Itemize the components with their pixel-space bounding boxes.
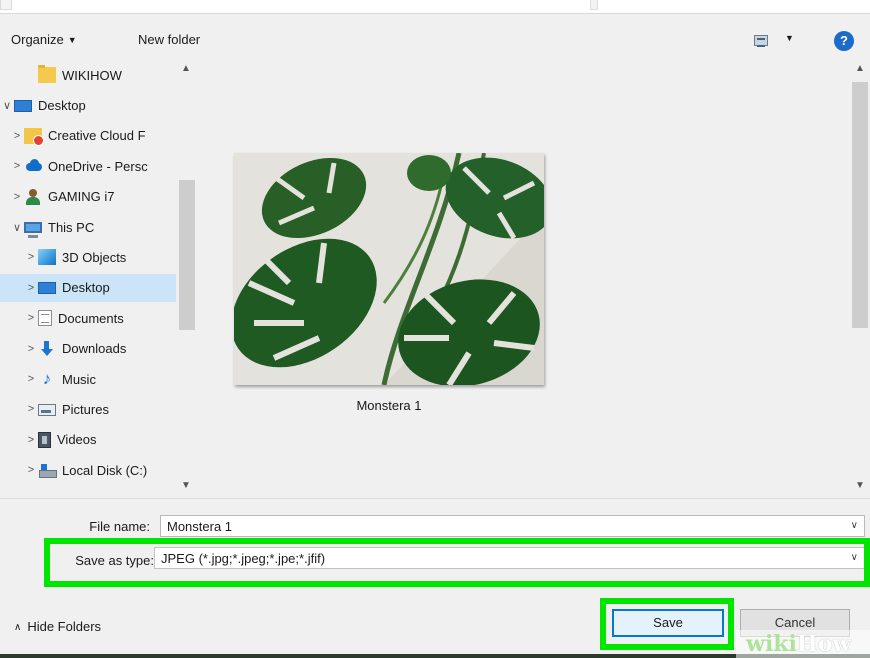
nav-item-desktop[interactable]: > Desktop xyxy=(0,273,176,302)
chevron-right-icon[interactable]: > xyxy=(10,160,24,172)
chevron-right-icon[interactable]: > xyxy=(24,434,38,446)
nav-item-label: Documents xyxy=(58,310,124,326)
chevron-right-icon[interactable]: > xyxy=(24,251,38,263)
local-disk-icon xyxy=(38,462,57,479)
nav-item-label: Videos xyxy=(57,432,97,448)
file-name-caption[interactable]: Monstera 1 xyxy=(234,398,544,413)
nav-item-gaming-i7[interactable]: > GAMING i7 xyxy=(0,183,176,211)
navigation-scrollbar[interactable]: ▲ ▼ xyxy=(177,60,197,498)
nav-item-label: Downloads xyxy=(62,341,127,357)
help-button[interactable]: ? xyxy=(834,31,854,51)
hide-folders-label: Hide Folders xyxy=(27,619,102,634)
file-name-value: Monstera 1 xyxy=(167,519,233,534)
nav-item-label: GAMING i7 xyxy=(48,189,115,205)
nav-item-pictures[interactable]: > Pictures xyxy=(0,395,176,423)
chevron-right-icon[interactable]: > xyxy=(10,130,24,142)
nav-item-documents[interactable]: > Documents xyxy=(0,304,176,332)
save-button[interactable]: Save xyxy=(612,609,724,637)
pictures-icon xyxy=(38,404,56,417)
save-as-type-select[interactable]: JPEG (*.jpg;*.jpeg;*.jpe;*.jfif) ∨ xyxy=(154,547,865,569)
chevron-right-icon[interactable]: > xyxy=(24,464,38,476)
chevron-right-icon[interactable]: > xyxy=(24,373,38,385)
creative-cloud-icon xyxy=(24,127,44,146)
scroll-down-arrow-icon[interactable]: ▼ xyxy=(181,480,191,491)
chevron-down-icon[interactable]: ∨ xyxy=(0,99,14,112)
nav-item-label: 3D Objects xyxy=(62,249,127,265)
address-bar-strip xyxy=(0,0,870,14)
chevron-right-icon[interactable]: > xyxy=(10,191,24,203)
nav-item-label: Desktop xyxy=(38,97,86,113)
chevron-right-icon[interactable]: > xyxy=(24,312,38,324)
chevron-right-icon[interactable]: > xyxy=(24,343,38,355)
nav-item-local-disk-c[interactable]: > Local Disk (C:) xyxy=(0,456,176,484)
onedrive-icon xyxy=(24,158,42,174)
nav-item-label: WIKIHOW xyxy=(62,67,122,83)
watermark-part-how: How xyxy=(796,631,852,657)
hide-folders-button[interactable]: ∧ Hide Folders xyxy=(14,619,101,634)
nav-item-music[interactable]: > ♪ Music xyxy=(0,365,176,393)
nav-item-creative-cloud-f[interactable]: > Creative Cloud F xyxy=(0,122,176,150)
toolbar: Organize ▼ New folder ▼ ? xyxy=(0,14,870,60)
downloads-icon xyxy=(38,340,56,357)
file-thumbnail[interactable] xyxy=(234,153,544,385)
monstera-photo xyxy=(234,153,544,385)
chevron-down-icon: ▼ xyxy=(785,33,794,43)
chevron-down-icon[interactable]: ∨ xyxy=(851,520,858,531)
nav-item-3d-objects[interactable]: >3D Objects xyxy=(0,243,176,271)
nav-item-label: Creative Cloud F xyxy=(48,128,146,144)
view-options-button[interactable]: ▼ xyxy=(752,32,798,50)
nav-item-desktop[interactable]: ∨ Desktop xyxy=(0,91,176,119)
scroll-up-arrow-icon[interactable]: ▲ xyxy=(181,63,191,74)
nav-item-label: Pictures xyxy=(62,401,109,417)
nav-item-wikihow[interactable]: WIKIHOW xyxy=(0,61,176,89)
nav-item-this-pc[interactable]: ∨ This PC xyxy=(0,213,176,241)
watermark-part-wiki: wiki xyxy=(746,631,797,657)
scrollbar-thumb[interactable] xyxy=(179,180,195,330)
folder-icon xyxy=(38,65,56,83)
content-scrollbar[interactable]: ▲ ▼ xyxy=(850,60,870,498)
nav-item-label: Desktop xyxy=(62,280,110,296)
this-pc-icon xyxy=(24,221,42,238)
chevron-up-icon: ∧ xyxy=(14,622,22,633)
scroll-up-arrow-icon[interactable]: ▲ xyxy=(855,63,865,74)
chevron-down-icon: ▼ xyxy=(67,35,77,45)
nav-item-label: Music xyxy=(62,371,96,387)
videos-icon xyxy=(38,431,51,448)
chevron-right-icon[interactable]: > xyxy=(24,403,38,415)
scroll-down-arrow-icon[interactable]: ▼ xyxy=(855,480,865,491)
music-icon: ♪ xyxy=(42,369,52,388)
3d-objects-icon xyxy=(38,249,56,266)
nav-item-downloads[interactable]: > Downloads xyxy=(0,335,176,363)
search-field-edge xyxy=(590,0,598,10)
save-as-type-label: Save as type: xyxy=(75,553,154,568)
view-options-icon xyxy=(754,35,768,47)
chevron-down-icon[interactable]: ∨ xyxy=(851,552,858,563)
file-name-input[interactable]: Monstera 1 ∨ xyxy=(160,515,865,537)
save-as-type-value: JPEG (*.jpg;*.jpeg;*.jpe;*.jfif) xyxy=(161,551,326,566)
nav-item-label: Local Disk (C:) xyxy=(62,462,148,478)
user-icon xyxy=(24,188,42,205)
wikihow-watermark: wikiHow xyxy=(736,630,870,658)
address-field-edge xyxy=(0,0,12,10)
scrollbar-thumb[interactable] xyxy=(852,82,868,328)
nav-item-label: This PC xyxy=(48,219,95,235)
chevron-down-icon[interactable]: ∨ xyxy=(10,221,24,234)
desktop-icon xyxy=(14,99,32,112)
nav-item-onedrive-persc[interactable]: > OneDrive - Persc xyxy=(0,152,176,180)
nav-item-label: OneDrive - Persc xyxy=(48,158,148,174)
documents-icon xyxy=(38,310,52,327)
organize-menu[interactable]: Organize ▼ xyxy=(11,32,77,47)
new-folder-button[interactable]: New folder xyxy=(138,32,200,47)
organize-label: Organize xyxy=(11,32,64,47)
chevron-right-icon[interactable]: > xyxy=(24,282,38,294)
desktop-icon xyxy=(38,282,56,295)
navigation-pane: WIKIHOW ∨ Desktop > Creative Cloud F > OneDriv… xyxy=(0,60,198,498)
file-name-label: File name: xyxy=(89,519,150,534)
nav-item-videos[interactable]: > Videos xyxy=(0,426,176,454)
